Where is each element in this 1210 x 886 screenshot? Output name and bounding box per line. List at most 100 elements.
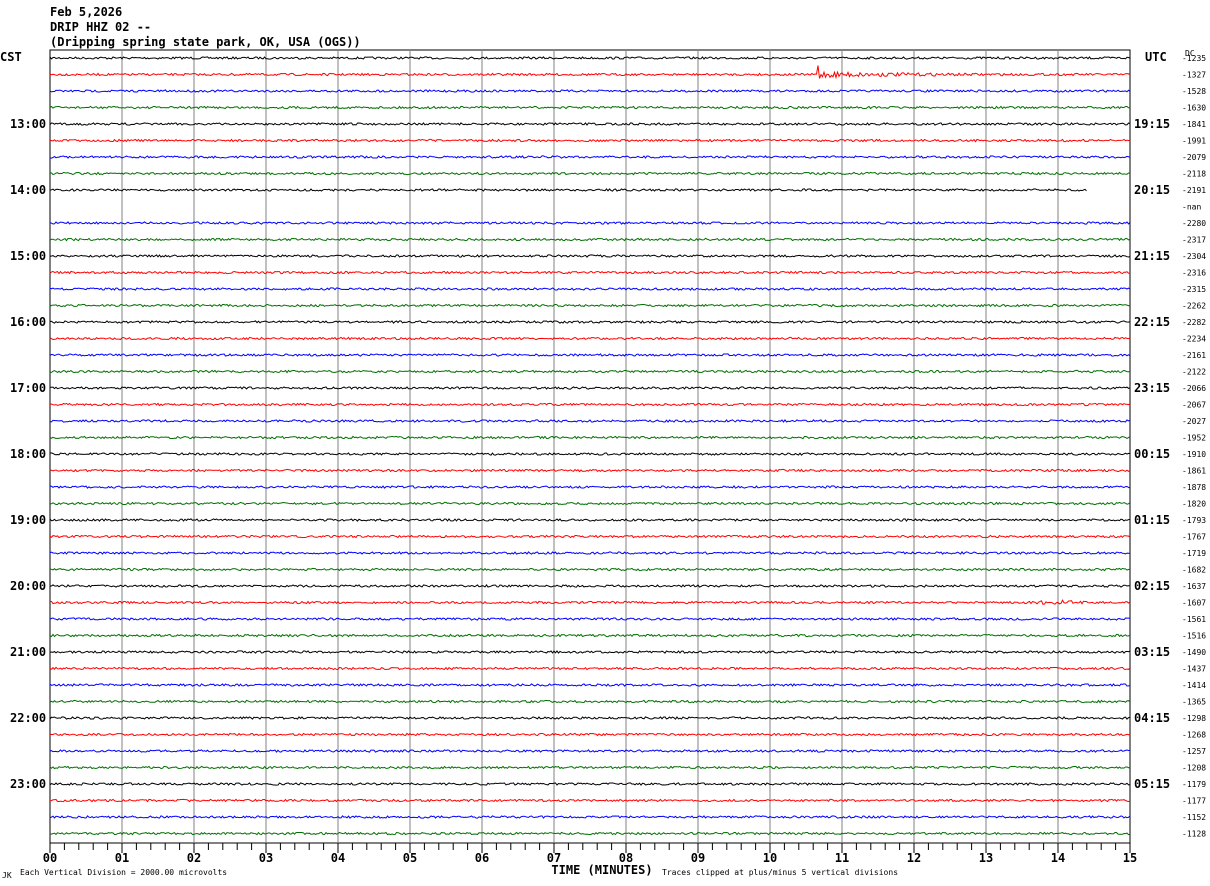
trace-row-12 [50, 254, 1131, 258]
trace-row-11 [49, 237, 1131, 242]
utc-hour-label: 00:15 [1134, 447, 1170, 461]
trace-row-19 [49, 369, 1131, 374]
dc-value: -1630 [1182, 104, 1206, 113]
dc-value: -1528 [1182, 87, 1206, 96]
trace-row-38 [49, 683, 1131, 687]
dc-value: -2280 [1182, 219, 1206, 228]
utc-hour-label: 05:15 [1134, 777, 1170, 791]
x-tick-label: 14 [1051, 851, 1065, 865]
x-tick-label: 11 [835, 851, 849, 865]
trace-row-6 [49, 155, 1131, 159]
x-tick-label: 01 [115, 851, 129, 865]
utc-hour-label: 02:15 [1134, 579, 1170, 593]
dc-value: -1128 [1182, 830, 1206, 839]
utc-hour-label: 21:15 [1134, 249, 1170, 263]
helicorder-plot: 13:00 14:00 15:00 16:00 17:00 18:00 19:00 20:00… [0, 49, 1206, 880]
dc-value: -1861 [1182, 467, 1206, 476]
dc-value: -1878 [1182, 483, 1206, 492]
trace-row-14 [49, 287, 1131, 291]
dc-value: -1268 [1182, 731, 1206, 740]
cst-hour-label: 22:00 [10, 711, 46, 725]
cst-hour-label: 21:00 [10, 645, 46, 659]
trace-row-30 [49, 551, 1131, 555]
trace-row-31 [49, 567, 1131, 572]
trace-row-26 [49, 485, 1131, 489]
dc-value: -1841 [1182, 120, 1206, 129]
trace-row-3 [49, 105, 1131, 110]
dc-value: -2118 [1182, 170, 1206, 179]
dc-value: -1607 [1182, 599, 1206, 608]
x-tick-label: 12 [907, 851, 921, 865]
trace-row-33 [49, 599, 1131, 605]
dc-value: -1235 [1182, 54, 1206, 63]
cst-hour-label: 23:00 [10, 777, 46, 791]
plot-frame [49, 49, 1131, 844]
utc-label: UTC [1145, 50, 1167, 64]
dc-value: -1152 [1182, 813, 1206, 822]
cst-hour-label: 20:00 [10, 579, 46, 593]
trace-row-15 [49, 303, 1131, 308]
dc-value: -1414 [1182, 681, 1206, 690]
cst-hour-label: 13:00 [10, 117, 46, 131]
x-tick-label: 04 [331, 851, 345, 865]
dc-value: -1437 [1182, 665, 1206, 674]
trace-row-45 [49, 798, 1131, 803]
dc-value: -1561 [1182, 615, 1206, 624]
trace-row-0 [49, 56, 1131, 60]
dc-value: -1257 [1182, 747, 1206, 756]
cst-hour-label: 17:00 [10, 381, 46, 395]
trace-row-36 [49, 650, 1131, 654]
dc-value: -1177 [1182, 797, 1206, 806]
trace-row-8 [49, 188, 1087, 192]
trace-row-4 [49, 122, 1131, 126]
trace-row-17 [49, 336, 1131, 341]
dc-value: -1991 [1182, 137, 1206, 146]
dc-value: -2066 [1182, 384, 1206, 393]
dc-value: -2262 [1182, 302, 1206, 311]
dc-value: -2122 [1182, 368, 1206, 377]
x-tick-label: 02 [187, 851, 201, 865]
dc-value: -1208 [1182, 764, 1206, 773]
utc-hour-label: 22:15 [1134, 315, 1170, 329]
dc-value: -1516 [1182, 632, 1206, 641]
trace-row-29 [49, 534, 1131, 539]
dc-value: -2079 [1182, 153, 1206, 162]
utc-hour-label: 19:15 [1134, 117, 1170, 131]
cst-hour-label: 18:00 [10, 447, 46, 461]
utc-hour-label: 20:15 [1134, 183, 1170, 197]
dc-value: -2317 [1182, 236, 1206, 245]
dc-value: -1490 [1182, 648, 1206, 657]
dc-value: -1767 [1182, 533, 1206, 542]
trace-row-13 [49, 270, 1131, 275]
x-tick-label: 00 [43, 851, 57, 865]
x-tick-label: 10 [763, 851, 777, 865]
trace-row-20 [49, 386, 1131, 390]
trace-row-5 [49, 138, 1131, 143]
cst-hour-label: 16:00 [10, 315, 46, 329]
x-tick-label: 03 [259, 851, 273, 865]
trace-row-32 [49, 584, 1130, 588]
dc-value: -1820 [1182, 500, 1206, 509]
dc-value: -1910 [1182, 450, 1206, 459]
utc-hour-label: 01:15 [1134, 513, 1170, 527]
trace-row-35 [49, 633, 1131, 638]
trace-row-40 [49, 716, 1131, 720]
x-tick-label: 05 [403, 851, 417, 865]
dc-value: -1298 [1182, 714, 1206, 723]
trace-row-47 [49, 831, 1131, 836]
cst-hour-label: 15:00 [10, 249, 46, 263]
dc-value: -2282 [1182, 318, 1206, 327]
trace-row-1 [49, 65, 1131, 80]
x-tick-label: 09 [691, 851, 705, 865]
trace-row-27 [49, 501, 1131, 506]
cst-hour-label: 19:00 [10, 513, 46, 527]
scale-note: Each Vertical Division = 2000.00 microvo… [20, 868, 227, 877]
cst-label: CST [0, 50, 22, 64]
trace-row-44 [49, 782, 1131, 786]
dc-value: -1365 [1182, 698, 1206, 707]
trace-row-18 [49, 353, 1131, 357]
trace-row-46 [49, 815, 1131, 819]
x-axis-title: TIME (MINUTES) [551, 863, 652, 877]
trace-row-10 [49, 221, 1131, 225]
dc-value: -1682 [1182, 566, 1206, 575]
